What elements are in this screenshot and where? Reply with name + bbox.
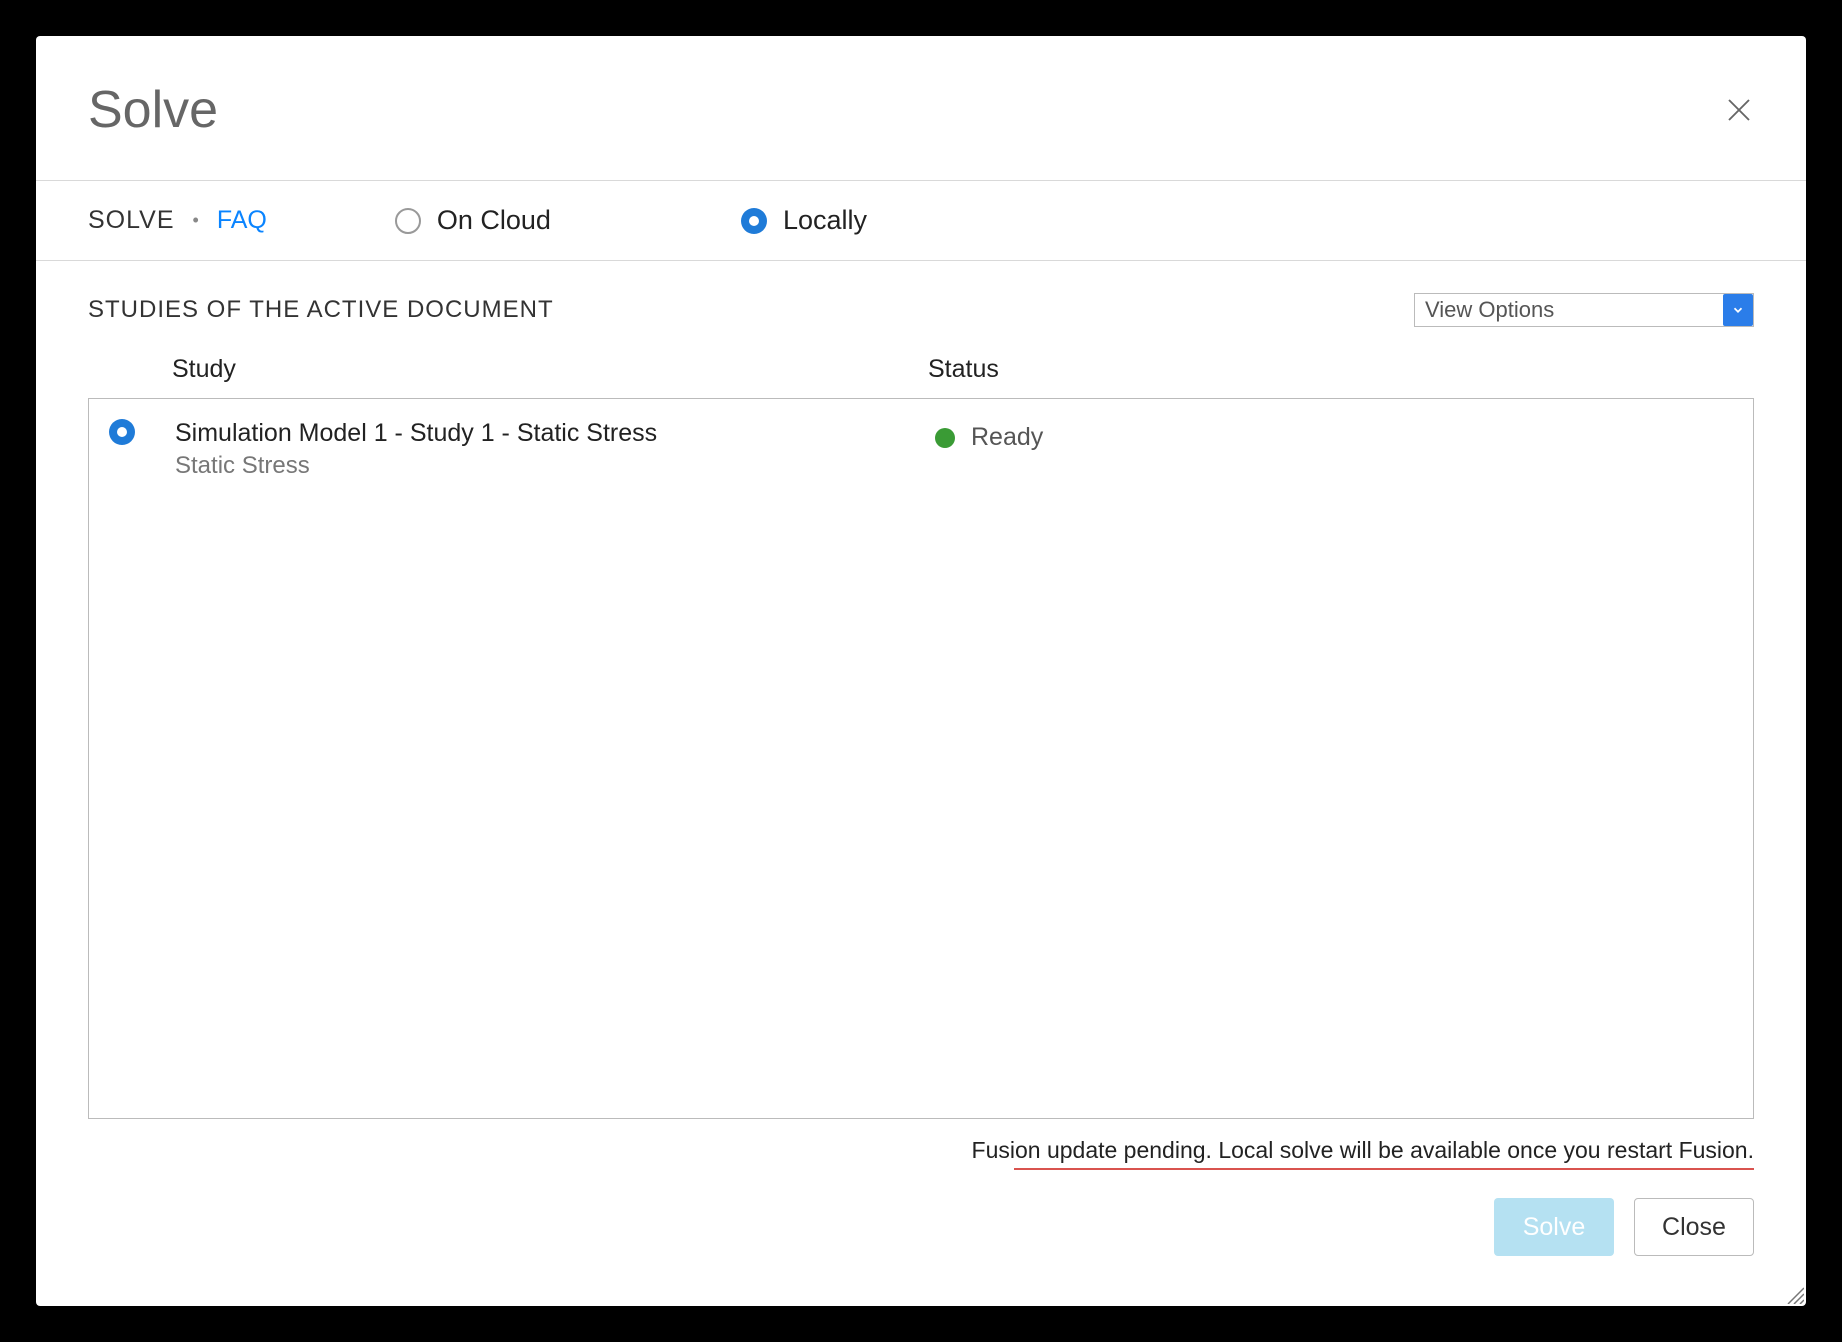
column-study: Study xyxy=(88,355,928,384)
radio-icon[interactable] xyxy=(109,419,135,445)
section-title: STUDIES OF THE ACTIVE DOCUMENT xyxy=(88,296,554,324)
button-row: Solve Close xyxy=(88,1168,1754,1286)
status-dot-icon xyxy=(935,428,955,448)
footer-message-text: Fusion update pending. Local solve will … xyxy=(972,1137,1754,1163)
solve-button[interactable]: Solve xyxy=(1494,1198,1614,1256)
radio-on-cloud[interactable]: On Cloud xyxy=(395,205,551,236)
study-name: Simulation Model 1 - Study 1 - Static St… xyxy=(175,417,935,450)
solve-dialog: Solve SOLVE • FAQ On Cloud Locally STUDI… xyxy=(36,36,1806,1306)
column-status: Status xyxy=(928,355,1754,384)
chevron-down-icon xyxy=(1723,294,1753,326)
resize-grip-icon[interactable] xyxy=(1784,1284,1804,1304)
status-cell: Ready xyxy=(935,423,1043,452)
close-button[interactable]: Close xyxy=(1634,1198,1754,1256)
dialog-body: STUDIES OF THE ACTIVE DOCUMENT View Opti… xyxy=(36,261,1806,1306)
section-header-row: STUDIES OF THE ACTIVE DOCUMENT View Opti… xyxy=(88,293,1754,327)
dialog-header: Solve xyxy=(36,36,1806,181)
close-icon[interactable] xyxy=(1724,95,1754,125)
tab-faq[interactable]: FAQ xyxy=(217,206,267,235)
location-radio-group: On Cloud Locally xyxy=(395,205,867,236)
study-row[interactable]: Simulation Model 1 - Study 1 - Static St… xyxy=(89,399,1753,498)
radio-icon xyxy=(741,208,767,234)
radio-label: Locally xyxy=(783,205,867,236)
tab-row: SOLVE • FAQ On Cloud Locally xyxy=(36,181,1806,261)
study-list: Simulation Model 1 - Study 1 - Static St… xyxy=(88,398,1754,1119)
dialog-title: Solve xyxy=(88,80,218,140)
footer-message: Fusion update pending. Local solve will … xyxy=(88,1119,1754,1168)
message-underline xyxy=(1014,1168,1754,1170)
study-type: Static Stress xyxy=(175,452,935,480)
tab-solve[interactable]: SOLVE xyxy=(88,206,175,235)
view-options-select[interactable]: View Options xyxy=(1414,293,1754,327)
radio-locally[interactable]: Locally xyxy=(741,205,867,236)
view-options-label: View Options xyxy=(1425,297,1554,323)
tab-separator: • xyxy=(193,210,199,231)
status-text: Ready xyxy=(971,423,1043,452)
study-text: Simulation Model 1 - Study 1 - Static St… xyxy=(175,417,935,480)
radio-label: On Cloud xyxy=(437,205,551,236)
table-header: Study Status xyxy=(88,355,1754,398)
radio-icon xyxy=(395,208,421,234)
